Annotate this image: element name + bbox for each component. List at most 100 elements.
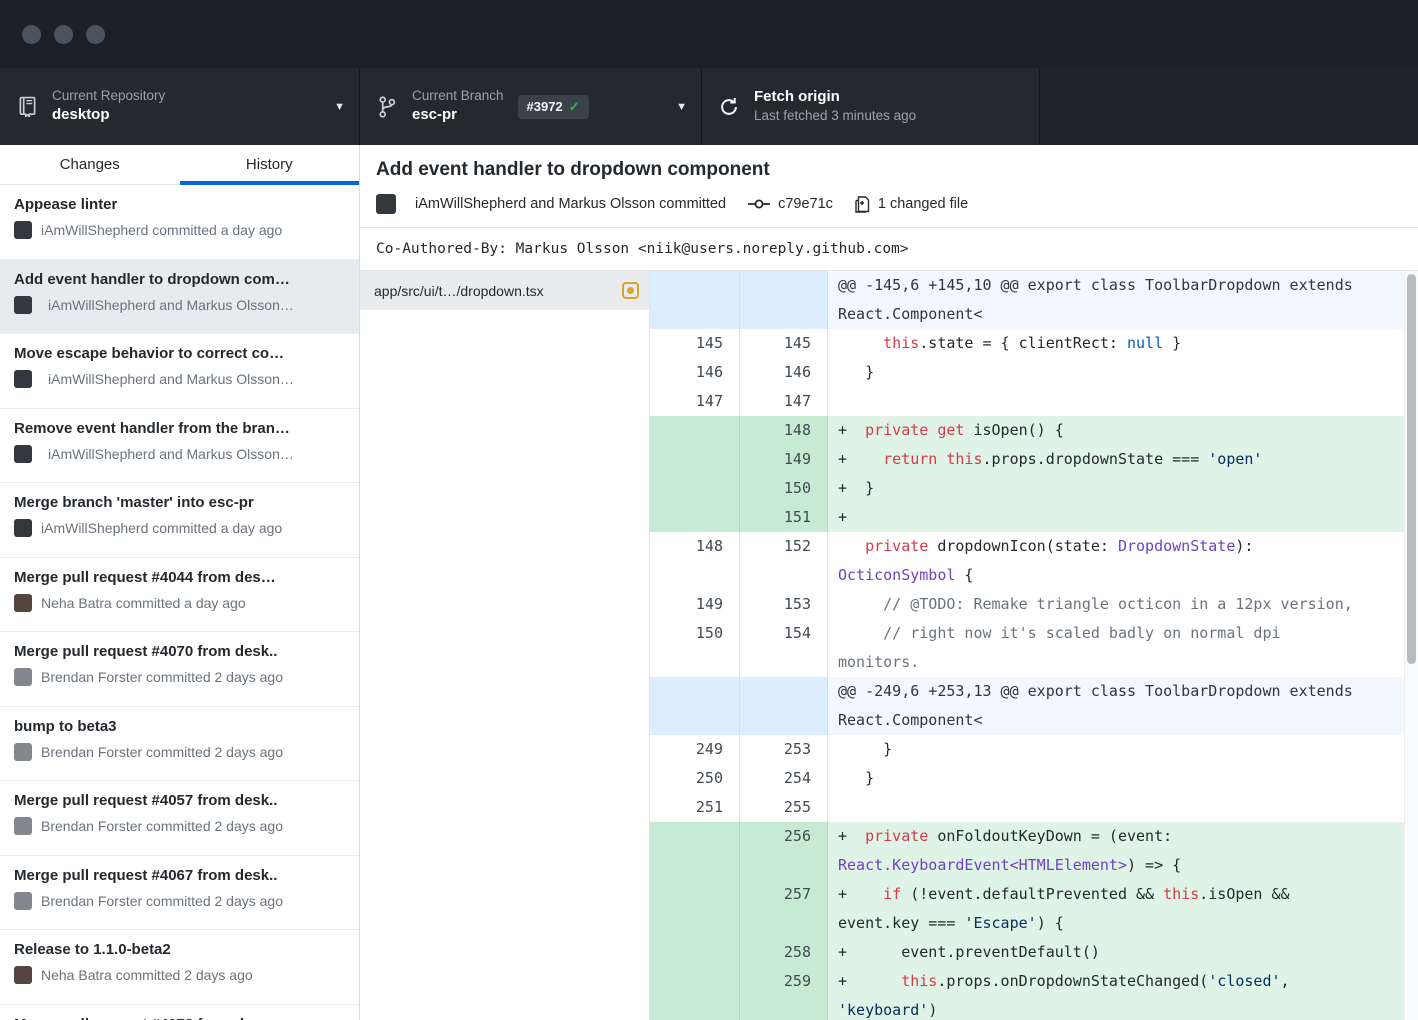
diff-row: @@ -249,6 +253,13 @@ export class Toolba… [650,677,1404,735]
old-line-number: 150 [650,619,740,677]
old-line-number [650,416,740,445]
sync-icon [716,97,742,117]
repository-dropdown[interactable]: Current Repository desktop ▼ [0,68,360,145]
diff-row: 251255 [650,793,1404,822]
commit-item-title: Merge pull request #4057 from desk.. [14,792,345,809]
repo-name: desktop [52,106,165,125]
commit-item[interactable]: Appease linteriAmWillShepherd committed … [0,185,359,260]
avatar [14,221,32,239]
old-line-number [650,677,740,735]
old-line-number [650,967,740,1020]
pr-number: #3972 [527,99,563,114]
old-line-number: 149 [650,590,740,619]
commit-item[interactable]: Merge pull request #4070 from desk..Bren… [0,632,359,707]
commit-item[interactable]: Merge pull request #4067 from desk.. Bren… [0,856,359,931]
close-button[interactable] [22,25,41,44]
commit-item-meta: iAmWillShepherd committed a day ago [41,222,282,238]
file-item[interactable]: app/src/ui/t…/dropdown.tsx [360,271,649,310]
avatar [14,594,32,612]
zoom-button[interactable] [86,25,105,44]
commit-item-title: Remove event handler from the bran… [14,420,345,437]
old-line-number: 148 [650,532,740,590]
branch-dropdown[interactable]: Current Branch esc-pr #3972 ✓ ▼ [360,68,702,145]
chevron-down-icon: ▼ [676,101,687,113]
diff-row: 151+ [650,503,1404,532]
commit-message-body: Co-Authored-By: Markus Olsson <niik@user… [360,228,1418,270]
fetch-label: Fetch origin [754,88,916,107]
diff-row: 249253 } [650,735,1404,764]
commit-item-title: Merge pull request #4073 from des… [14,1016,345,1020]
new-line-number: 254 [740,764,828,793]
commit-item[interactable]: bump to beta3Brendan Forster committed 2… [0,707,359,782]
new-line-number: 259 [740,967,828,1020]
diff-code-line [828,793,1404,822]
new-line-number: 146 [740,358,828,387]
diff-row: 149153 // @TODO: Remake triangle octicon… [650,590,1404,619]
commit-item[interactable]: Merge pull request #4073 from des… [0,1005,359,1020]
commit-header: Add event handler to dropdown component … [360,145,1418,227]
new-line-number: 253 [740,735,828,764]
commit-item-meta: Brendan Forster committed 2 days ago [41,893,283,909]
old-line-number [650,445,740,474]
diff-scrollbar[interactable] [1404,271,1418,1020]
diff-code-line: + private onFoldoutKeyDown = (event: Rea… [828,822,1404,880]
modified-status-icon [622,282,639,299]
diff-code-line: // right now it's scaled badly on normal… [828,619,1404,677]
diff-row: 149+ return this.props.dropdownState ===… [650,445,1404,474]
diff-code-line: + } [828,474,1404,503]
scrollbar-thumb[interactable] [1407,274,1416,664]
diff-code-line: @@ -249,6 +253,13 @@ export class Toolba… [828,677,1404,735]
new-line-number: 148 [740,416,828,445]
avatar [14,966,32,984]
new-line-number: 145 [740,329,828,358]
file-diff-icon [855,196,870,213]
diff-code-line: } [828,764,1404,793]
tab-history[interactable]: History [180,145,360,184]
avatar [14,668,32,686]
new-line-number: 152 [740,532,828,590]
toolbar: Current Repository desktop ▼ Current Bra… [0,68,1418,145]
commit-item-title: Add event handler to dropdown com… [14,271,345,288]
commit-list: Appease linteriAmWillShepherd committed … [0,185,359,1020]
diff-row: 250254 } [650,764,1404,793]
commit-item[interactable]: Merge branch 'master' into esc-priAmWill… [0,483,359,558]
avatar [14,817,32,835]
new-line-number: 147 [740,387,828,416]
commit-item-title: Merge pull request #4067 from desk.. [14,867,345,884]
commit-item-meta: iAmWillShepherd committed a day ago [41,520,282,536]
diff-row: @@ -145,6 +145,10 @@ export class Toolba… [650,271,1404,329]
old-line-number: 146 [650,358,740,387]
avatar [14,370,32,388]
changed-files-count: 1 changed file [878,196,968,212]
diff-row: 259+ this.props.onDropdownStateChanged('… [650,967,1404,1020]
commit-item-meta: iAmWillShepherd and Markus Olsson… [48,297,294,313]
diff-code-line: + [828,503,1404,532]
pr-status-badge: #3972 ✓ [518,95,589,119]
avatar [376,194,396,214]
commit-detail-panel: Add event handler to dropdown component … [360,145,1418,1020]
diff-code-line: + if (!event.defaultPrevented && this.is… [828,880,1404,938]
commit-item[interactable]: Merge pull request #4057 from desk..Bren… [0,781,359,856]
sidebar: Changes History Appease linteriAmWillShe… [0,145,360,1020]
commit-item[interactable]: Merge pull request #4044 from des…Neha B… [0,558,359,633]
chevron-down-icon: ▼ [334,101,345,113]
commit-sha[interactable]: c79e71c [778,196,833,212]
commit-item[interactable]: Add event handler to dropdown com… iAmWil… [0,260,359,335]
tab-changes[interactable]: Changes [0,145,180,184]
old-line-number [650,474,740,503]
commit-item[interactable]: Remove event handler from the bran…iAmWi… [0,409,359,484]
fetch-origin-button[interactable]: Fetch origin Last fetched 3 minutes ago [702,68,1040,145]
minimize-button[interactable] [54,25,73,44]
commit-item[interactable]: Move escape behavior to correct co…iAmWi… [0,334,359,409]
new-line-number: 256 [740,822,828,880]
old-line-number: 251 [650,793,740,822]
old-line-number: 147 [650,387,740,416]
commit-item-title: bump to beta3 [14,718,345,735]
commit-item[interactable]: Release to 1.1.0-beta2Neha Batra committ… [0,930,359,1005]
commit-item-meta: Neha Batra committed a day ago [41,595,246,611]
old-line-number [650,271,740,329]
history-changes-tabs: Changes History [0,145,359,185]
old-line-number: 250 [650,764,740,793]
commit-item-meta: iAmWillShepherd and Markus Olsson… [48,371,294,387]
diff-code-line: private dropdownIcon(state: DropdownStat… [828,532,1404,590]
